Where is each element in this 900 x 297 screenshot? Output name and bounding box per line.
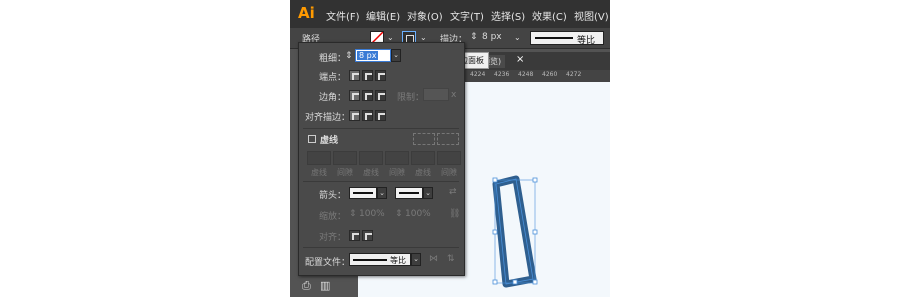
arrow-tip-beyond-icon[interactable] — [349, 230, 360, 241]
end-arrowhead-select[interactable] — [395, 187, 423, 199]
dash-field-label: 虚线 — [311, 168, 327, 177]
close-icon[interactable]: × — [516, 54, 524, 65]
menu-bar: Ai 文件(F) 编辑(E) 对象(O) 文字(T) 选择(S) 效果(C) 视… — [290, 0, 610, 28]
ai-logo: Ai — [298, 4, 315, 22]
ruler-tick: 4260 — [542, 71, 558, 78]
round-join-icon[interactable] — [362, 90, 373, 101]
align-center-icon[interactable] — [349, 110, 360, 121]
gap-field-label: 间隙 — [337, 168, 353, 177]
chevron-down-icon[interactable]: ⌄ — [391, 49, 401, 62]
align-stroke-label: 对齐描边： — [305, 113, 351, 123]
ruler-tick: 4224 — [470, 71, 486, 78]
profile-line-icon — [353, 259, 387, 261]
stepper-icon[interactable]: ⇕ — [395, 209, 403, 219]
menu-edit[interactable]: 编辑(E) — [366, 8, 400, 23]
dashed-line-label: 虚线 — [320, 136, 339, 146]
document-info-icon[interactable]: ⎙ — [302, 279, 311, 293]
dash-field[interactable] — [359, 151, 383, 165]
chevron-down-icon[interactable]: ⌄ — [423, 187, 433, 199]
stepper-icon[interactable]: ⇕ — [349, 209, 357, 219]
dash-field[interactable] — [307, 151, 331, 165]
ruler-tick: 4272 — [566, 71, 582, 78]
stroke-value[interactable]: 8 px — [482, 32, 502, 42]
arrowhead-label: 箭头： — [319, 191, 347, 201]
profile-label: 配置文件： — [305, 258, 351, 268]
stroke-panel: 粗细： ⇕ 8 px ⌄ 端点： 边角： 限制： x 对齐描边： 虚线 虚线 间… — [298, 42, 465, 276]
menu-type[interactable]: 文字(T) — [450, 8, 484, 23]
limit-input[interactable] — [423, 88, 449, 101]
end-scale-value[interactable]: 100% — [405, 209, 431, 219]
weight-value: 8 px — [357, 51, 379, 60]
arrow-tip-at-end-icon[interactable] — [362, 230, 373, 241]
ruler-tick: 4248 — [518, 71, 534, 78]
butt-cap-icon[interactable] — [349, 70, 360, 81]
ruler-tick: 4236 — [494, 71, 510, 78]
start-arrowhead-select[interactable] — [349, 187, 377, 199]
align-inside-icon[interactable] — [362, 110, 373, 121]
dashed-line-checkbox[interactable] — [308, 135, 316, 143]
gap-field[interactable] — [437, 151, 461, 165]
flip-along-icon[interactable]: ⋈ — [429, 254, 438, 264]
corner-label: 边角： — [319, 93, 347, 103]
round-cap-icon[interactable] — [362, 70, 373, 81]
limit-label: 限制： — [397, 93, 425, 103]
chevron-down-icon[interactable]: ⌄ — [377, 187, 387, 199]
gap-field-label: 间隙 — [389, 168, 405, 177]
dash-field[interactable] — [411, 151, 435, 165]
align-outside-icon[interactable] — [375, 110, 386, 121]
illustrator-window: Ai 文件(F) 编辑(E) 对象(O) 文字(T) 选择(S) 效果(C) 视… — [290, 0, 610, 297]
menu-object[interactable]: 对象(O) — [407, 8, 443, 23]
divider — [303, 181, 459, 182]
divider — [303, 128, 459, 129]
menu-file[interactable]: 文件(F) — [326, 8, 360, 23]
limit-suffix: x — [451, 90, 457, 100]
dash-exact-length-icon[interactable] — [437, 133, 459, 145]
dash-field-label: 虚线 — [415, 168, 431, 177]
stepper-icon[interactable]: ⇕ — [470, 32, 478, 42]
flip-across-icon[interactable]: ⇅ — [447, 254, 455, 264]
chevron-down-icon[interactable]: ⌄ — [514, 33, 521, 43]
scale-label: 缩放： — [319, 212, 347, 222]
profile-label: 等比 — [577, 36, 596, 46]
menu-select[interactable]: 选择(S) — [491, 8, 525, 23]
arrow-align-label: 对齐： — [319, 233, 347, 243]
projecting-cap-icon[interactable] — [375, 70, 386, 81]
variable-width-profile[interactable]: 等比 — [530, 31, 604, 46]
gap-field[interactable] — [385, 151, 409, 165]
bar-chart-icon[interactable]: ▥ — [320, 279, 330, 292]
chevron-down-icon[interactable]: ⌄ — [411, 253, 421, 266]
start-scale-value[interactable]: 100% — [359, 209, 385, 219]
miter-join-icon[interactable] — [349, 90, 360, 101]
dash-align-corners-icon[interactable] — [413, 133, 435, 145]
menu-view[interactable]: 视图(V) — [574, 8, 609, 23]
profile-select[interactable]: 等比 — [349, 253, 411, 266]
profile-line-icon — [535, 37, 573, 39]
profile-value: 等比 — [390, 256, 406, 265]
stepper-icon[interactable]: ⇕ — [345, 51, 353, 61]
link-scale-icon[interactable]: ⛓ — [449, 209, 460, 219]
gap-field[interactable] — [333, 151, 357, 165]
weight-label: 粗细： — [319, 54, 347, 64]
gap-field-label: 间隙 — [441, 168, 457, 177]
dash-field-label: 虚线 — [363, 168, 379, 177]
swap-arrows-icon[interactable]: ⇄ — [449, 187, 457, 197]
menu-effect[interactable]: 效果(C) — [532, 8, 567, 23]
weight-input[interactable]: 8 px — [355, 49, 391, 62]
divider — [303, 247, 459, 248]
bevel-join-icon[interactable] — [375, 90, 386, 101]
cap-label: 端点： — [319, 73, 347, 83]
